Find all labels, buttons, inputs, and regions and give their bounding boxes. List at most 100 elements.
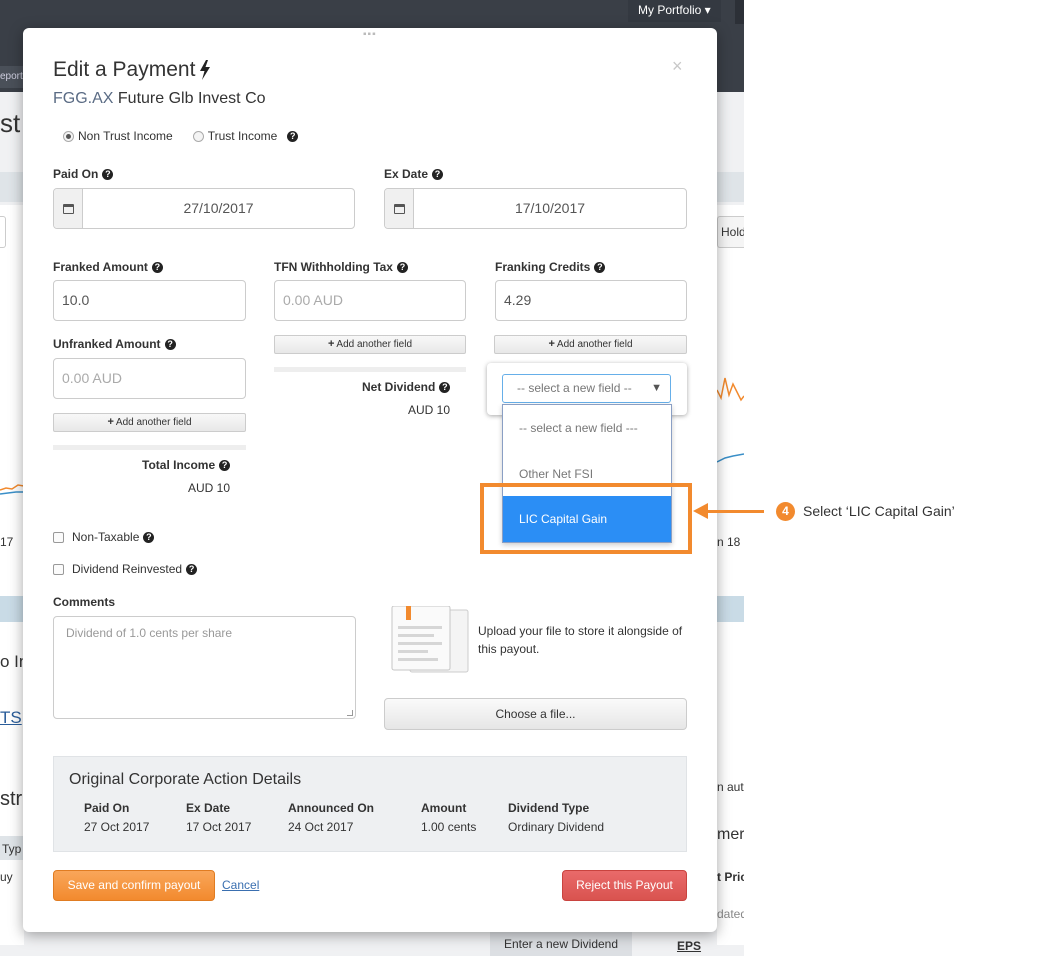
calendar-icon[interactable] — [54, 189, 83, 228]
upload-instructions: Upload your file to store it alongside o… — [478, 624, 683, 656]
help-icon[interactable]: ? — [432, 168, 444, 180]
caret-down-icon[interactable]: ▼ — [651, 375, 662, 402]
help-icon[interactable]: ? — [143, 531, 155, 543]
orig-header: Dividend Type — [508, 801, 590, 815]
net-dividend-label: Net Dividend? — [362, 380, 451, 394]
divider — [53, 445, 246, 450]
close-icon[interactable]: × — [672, 56, 683, 77]
cancel-link[interactable]: Cancel — [222, 878, 259, 892]
help-icon[interactable]: ? — [439, 381, 451, 393]
radio-trust-income[interactable] — [192, 130, 204, 142]
help-icon[interactable]: ? — [287, 130, 299, 142]
net-dividend-value: AUD 10 — [408, 403, 451, 417]
ex-date-label: Ex Date? — [384, 167, 444, 181]
franking-credits-input[interactable]: 4.29 — [495, 280, 687, 321]
original-corporate-action-panel: Original Corporate Action Details Paid O… — [53, 756, 687, 852]
orig-announced-on: Announced On 24 Oct 2017 — [288, 801, 374, 834]
orig-dividend-type: Dividend Type Ordinary Dividend — [508, 801, 604, 834]
comments-textarea[interactable]: Dividend of 1.0 cents per share — [53, 616, 356, 719]
orig-header: Announced On — [288, 801, 374, 815]
franked-amount-label-text: Franked Amount — [53, 260, 148, 274]
help-icon[interactable]: ? — [151, 261, 163, 273]
save-and-confirm-button[interactable]: Save and confirm payout — [53, 870, 215, 901]
help-icon[interactable]: ? — [396, 261, 408, 273]
add-field-label: Add another field — [556, 339, 633, 350]
ticker: FGG.AX — [53, 90, 114, 107]
orig-paid-on: Paid On 27 Oct 2017 — [84, 801, 149, 834]
total-income-label-text: Total Income — [142, 458, 216, 472]
link-fragment[interactable]: TS — [0, 708, 22, 728]
dividend-reinvested-checkbox[interactable] — [53, 563, 64, 575]
plus-icon: + — [327, 338, 335, 350]
divider — [274, 367, 466, 372]
orig-amount: Amount 1.00 cents — [421, 801, 476, 834]
add-field-button-franking[interactable]: + Add another field — [494, 335, 687, 354]
non-taxable-checkbox[interactable] — [53, 531, 64, 543]
paid-on-value[interactable]: 27/10/2017 — [83, 189, 354, 228]
unfranked-amount-input[interactable]: 0.00 AUD — [53, 358, 246, 399]
highlight-box — [480, 483, 692, 554]
tfn-withholding-input[interactable]: 0.00 AUD — [274, 280, 466, 321]
add-field-label: Add another field — [115, 417, 192, 428]
help-icon[interactable]: ? — [186, 563, 198, 575]
paid-on-field[interactable]: 27/10/2017 — [53, 188, 355, 229]
navbar-button[interactable] — [735, 0, 744, 24]
dividend-reinvested-row: Dividend Reinvested? — [53, 562, 198, 576]
add-field-label: Add another field — [336, 339, 413, 350]
chart-fragment-left — [0, 484, 24, 495]
plus-icon: + — [548, 338, 555, 350]
drag-handle-icon[interactable]: ▪▪▪ — [363, 30, 379, 40]
ex-date-field[interactable]: 17/10/2017 — [384, 188, 687, 229]
orig-header: Amount — [421, 801, 467, 815]
page-title-fragment: st — [0, 108, 21, 138]
total-income-value: AUD 10 — [188, 481, 231, 495]
comments-placeholder: Dividend of 1.0 cents per share — [66, 626, 233, 640]
modal-title: Edit a Payment — [53, 58, 211, 82]
eps-label[interactable]: EPS — [677, 939, 701, 953]
trust-income-label: Trust Income — [207, 129, 278, 143]
non-taxable-label: Non-Taxable — [72, 530, 140, 544]
right-updated-fragment: dated — [717, 907, 744, 921]
net-dividend-label-text: Net Dividend — [362, 380, 436, 394]
my-portfolio-menu[interactable]: My Portfolio ▾ — [628, 0, 721, 22]
help-icon[interactable]: ? — [594, 261, 606, 273]
step-number-badge: 4 — [776, 502, 795, 521]
tfn-withholding-label: TFN Withholding Tax? — [274, 260, 408, 274]
ex-date-value[interactable]: 17/10/2017 — [414, 189, 686, 228]
right-heading-fragment: mer — [717, 826, 744, 843]
calendar-icon[interactable] — [385, 189, 414, 228]
choose-file-button[interactable]: Choose a file... — [384, 698, 687, 730]
resize-handle-icon[interactable] — [347, 710, 353, 716]
dividend-reinvested-label: Dividend Reinvested — [72, 562, 183, 576]
unfranked-amount-label: Unfranked Amount? — [53, 337, 176, 351]
help-icon[interactable]: ? — [102, 168, 114, 180]
company-name: Future Glb Invest Co — [117, 90, 266, 107]
security-name: FGG.AX Future Glb Invest Co — [53, 90, 266, 108]
right-price-fragment: t Pric — [717, 870, 744, 884]
enter-new-dividend-button[interactable]: Enter a new Dividend — [490, 932, 632, 956]
orig-ex-date: Ex Date 17 Oct 2017 — [186, 801, 251, 834]
holdings-button[interactable]: Hold — [717, 216, 744, 248]
new-field-select[interactable]: -- select a new field -- ▼ — [502, 374, 671, 403]
document-upload-icon — [391, 606, 469, 673]
income-type-group: Non Trust Income Trust Income ? — [63, 129, 299, 143]
left-button-fragment[interactable] — [0, 216, 6, 248]
orig-value: 1.00 cents — [421, 820, 477, 834]
add-field-button-tfn[interactable]: + Add another field — [274, 335, 466, 354]
lightning-icon — [200, 60, 211, 80]
franking-credits-label: Franking Credits? — [495, 260, 606, 274]
chart-fragment-right — [717, 377, 744, 463]
comments-label: Comments — [53, 595, 116, 609]
help-icon[interactable]: ? — [219, 459, 231, 471]
help-icon[interactable]: ? — [164, 338, 176, 350]
reject-payout-button[interactable]: Reject this Payout — [562, 870, 687, 901]
ex-date-label-text: Ex Date — [384, 167, 429, 181]
franking-credits-label-text: Franking Credits — [495, 260, 591, 274]
report-tab[interactable]: eport — [0, 66, 24, 88]
add-field-button-unfranked[interactable]: + Add another field — [53, 413, 246, 432]
franked-amount-input[interactable]: 10.0 — [53, 280, 246, 321]
dropdown-option-placeholder[interactable]: -- select a new field --- — [503, 405, 671, 451]
axis-label-left: 17 — [0, 535, 14, 549]
orig-value: Ordinary Dividend — [508, 820, 605, 834]
radio-non-trust-income[interactable] — [63, 130, 74, 142]
